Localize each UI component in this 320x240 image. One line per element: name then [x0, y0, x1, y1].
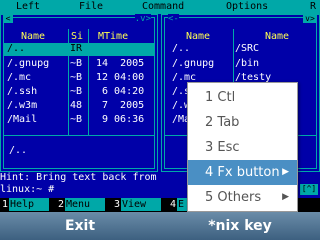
file-row[interactable]: /.mc ~B 12 04:00 [4, 72, 154, 85]
fkey-number: 2 [58, 199, 65, 210]
file-mtime: 9 06:36 [102, 114, 145, 125]
fkey-number: 1 [2, 199, 9, 210]
menu-item-left[interactable]: Left [16, 1, 40, 12]
file-row[interactable]: /.. /SRC [165, 43, 317, 56]
file-name: /.mc [7, 72, 32, 83]
panel-mini-status: /.. [9, 145, 28, 156]
popup-item-label: 4 Fx button [205, 165, 280, 180]
mc-menu-bar: Left File Command Options R [0, 0, 320, 14]
file-mtime: 6 04:20 [102, 86, 145, 97]
fkey-label: Menu [65, 198, 105, 211]
left-file-panel[interactable]: < .v> Name Si MTime /.. IR /.gnupg ~B 14… [0, 14, 158, 172]
column-header-name[interactable]: Name [265, 31, 289, 42]
file-name: /SRC [235, 43, 260, 54]
key-popup-menu: 1 Ctl 2 Tab 3 Esc 4 Fx button ▶ 5 Others… [187, 82, 298, 212]
file-name: /Mail [7, 114, 38, 125]
column-header-name[interactable]: Name [186, 31, 210, 42]
file-size: ~B [70, 72, 83, 83]
submenu-arrow-icon: ▶ [282, 192, 289, 202]
popup-item-label: 3 Esc [205, 140, 240, 155]
file-row[interactable]: /.gnupg /bin [165, 58, 317, 71]
right-panel-history-icon[interactable]: v> [303, 14, 317, 23]
file-size: ~B [70, 58, 83, 69]
file-name: /.w3m [7, 100, 38, 111]
menu-item-options[interactable]: Options [226, 1, 268, 12]
file-mtime: 12 04:00 [96, 72, 145, 83]
file-mtime: 14 2005 [96, 58, 145, 69]
file-row[interactable]: /.w3m 48 7 2005 [4, 100, 154, 113]
fkey-label: View [121, 198, 161, 211]
menu-item-command[interactable]: Command [142, 1, 184, 12]
softkey-bar: Exit *nix key [0, 212, 320, 240]
column-header-name[interactable]: Name [21, 31, 45, 42]
popup-item-others[interactable]: 5 Others ▶ [188, 185, 297, 210]
panel-mini-status-divider [4, 135, 154, 136]
popup-item-label: 5 Others [205, 190, 262, 205]
popup-item-tab[interactable]: 2 Tab [188, 110, 297, 135]
file-row[interactable]: /.ssh ~B 6 04:20 [4, 86, 154, 99]
fkey-label: Help [9, 198, 49, 211]
fkey-number: 3 [114, 199, 121, 210]
file-size: IR [70, 43, 83, 54]
right-panel-path-prefix[interactable]: <- [168, 14, 179, 24]
popup-item-fx-button[interactable]: 4 Fx button ▶ [188, 160, 297, 185]
file-size: ~B [70, 86, 83, 97]
popup-item-ctl[interactable]: 1 Ctl [188, 85, 297, 110]
scroll-indicator[interactable]: [^] [300, 184, 318, 195]
menu-item-right[interactable]: R [310, 1, 316, 12]
panel-history-icon[interactable]: < [3, 14, 13, 23]
column-header-size[interactable]: Si [71, 31, 83, 42]
popup-item-label: 2 Tab [205, 115, 240, 130]
file-size: ~B [70, 114, 83, 125]
file-name: /.ssh [7, 86, 38, 97]
file-name: /.. [7, 43, 26, 54]
file-mtime: 7 2005 [102, 100, 145, 111]
file-row[interactable]: /.gnupg ~B 14 2005 [4, 58, 154, 71]
file-name: /.gnupg [172, 58, 215, 69]
submenu-arrow-icon: ▶ [282, 167, 289, 177]
popup-item-esc[interactable]: 3 Esc [188, 135, 297, 160]
file-size: 48 [70, 100, 83, 111]
column-header-mtime[interactable]: MTime [98, 31, 128, 42]
file-row[interactable]: /Mail ~B 9 06:36 [4, 114, 154, 127]
file-name: /.gnupg [7, 58, 50, 69]
left-panel-path-suffix[interactable]: .v> [134, 14, 151, 24]
popup-item-label: 1 Ctl [205, 90, 236, 105]
menu-item-file[interactable]: File [79, 1, 103, 12]
exit-softkey[interactable]: Exit [0, 212, 160, 240]
file-row[interactable]: /.. IR [4, 43, 154, 56]
fkey-number: 4 [170, 199, 177, 210]
file-name: /.. [172, 43, 191, 54]
nix-key-softkey[interactable]: *nix key [160, 212, 320, 240]
file-name: /bin [235, 58, 260, 69]
